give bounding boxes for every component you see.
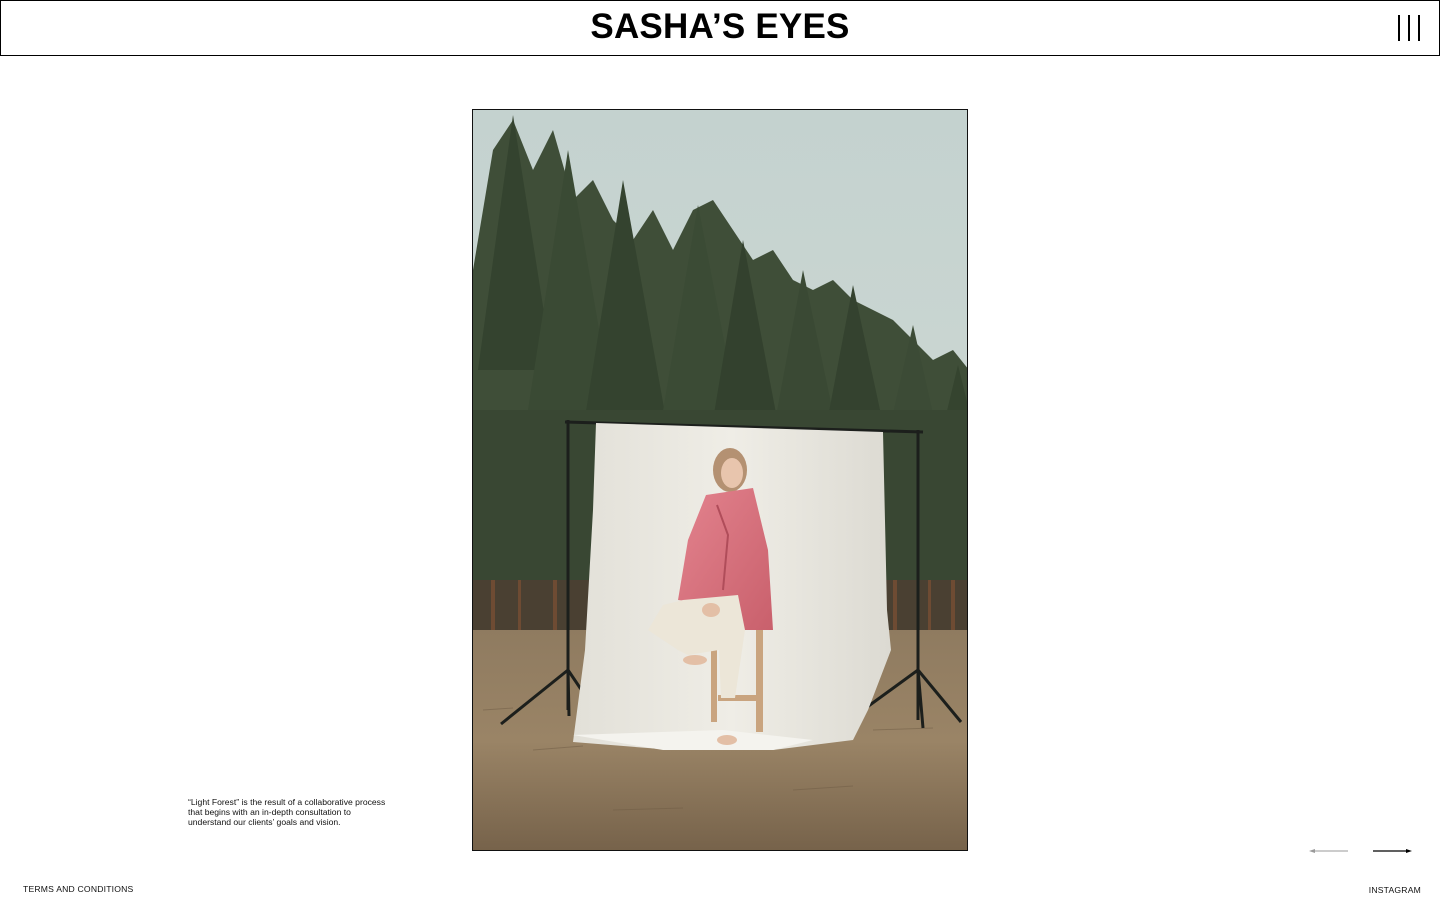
photo-caption: “Light Forest” is the result of a collab… <box>188 797 386 827</box>
terms-link[interactable]: TERMS AND CONDITIONS <box>23 884 133 894</box>
instagram-link[interactable]: INSTAGRAM <box>1369 885 1421 895</box>
menu-bars-icon[interactable] <box>1389 11 1425 45</box>
site-header: SASHA’S EYES <box>0 0 1440 56</box>
arrow-right-icon[interactable] <box>1371 844 1413 858</box>
arrow-left-icon[interactable] <box>1308 844 1350 858</box>
site-title[interactable]: SASHA’S EYES <box>1 5 1439 49</box>
gallery-photo <box>472 109 968 851</box>
